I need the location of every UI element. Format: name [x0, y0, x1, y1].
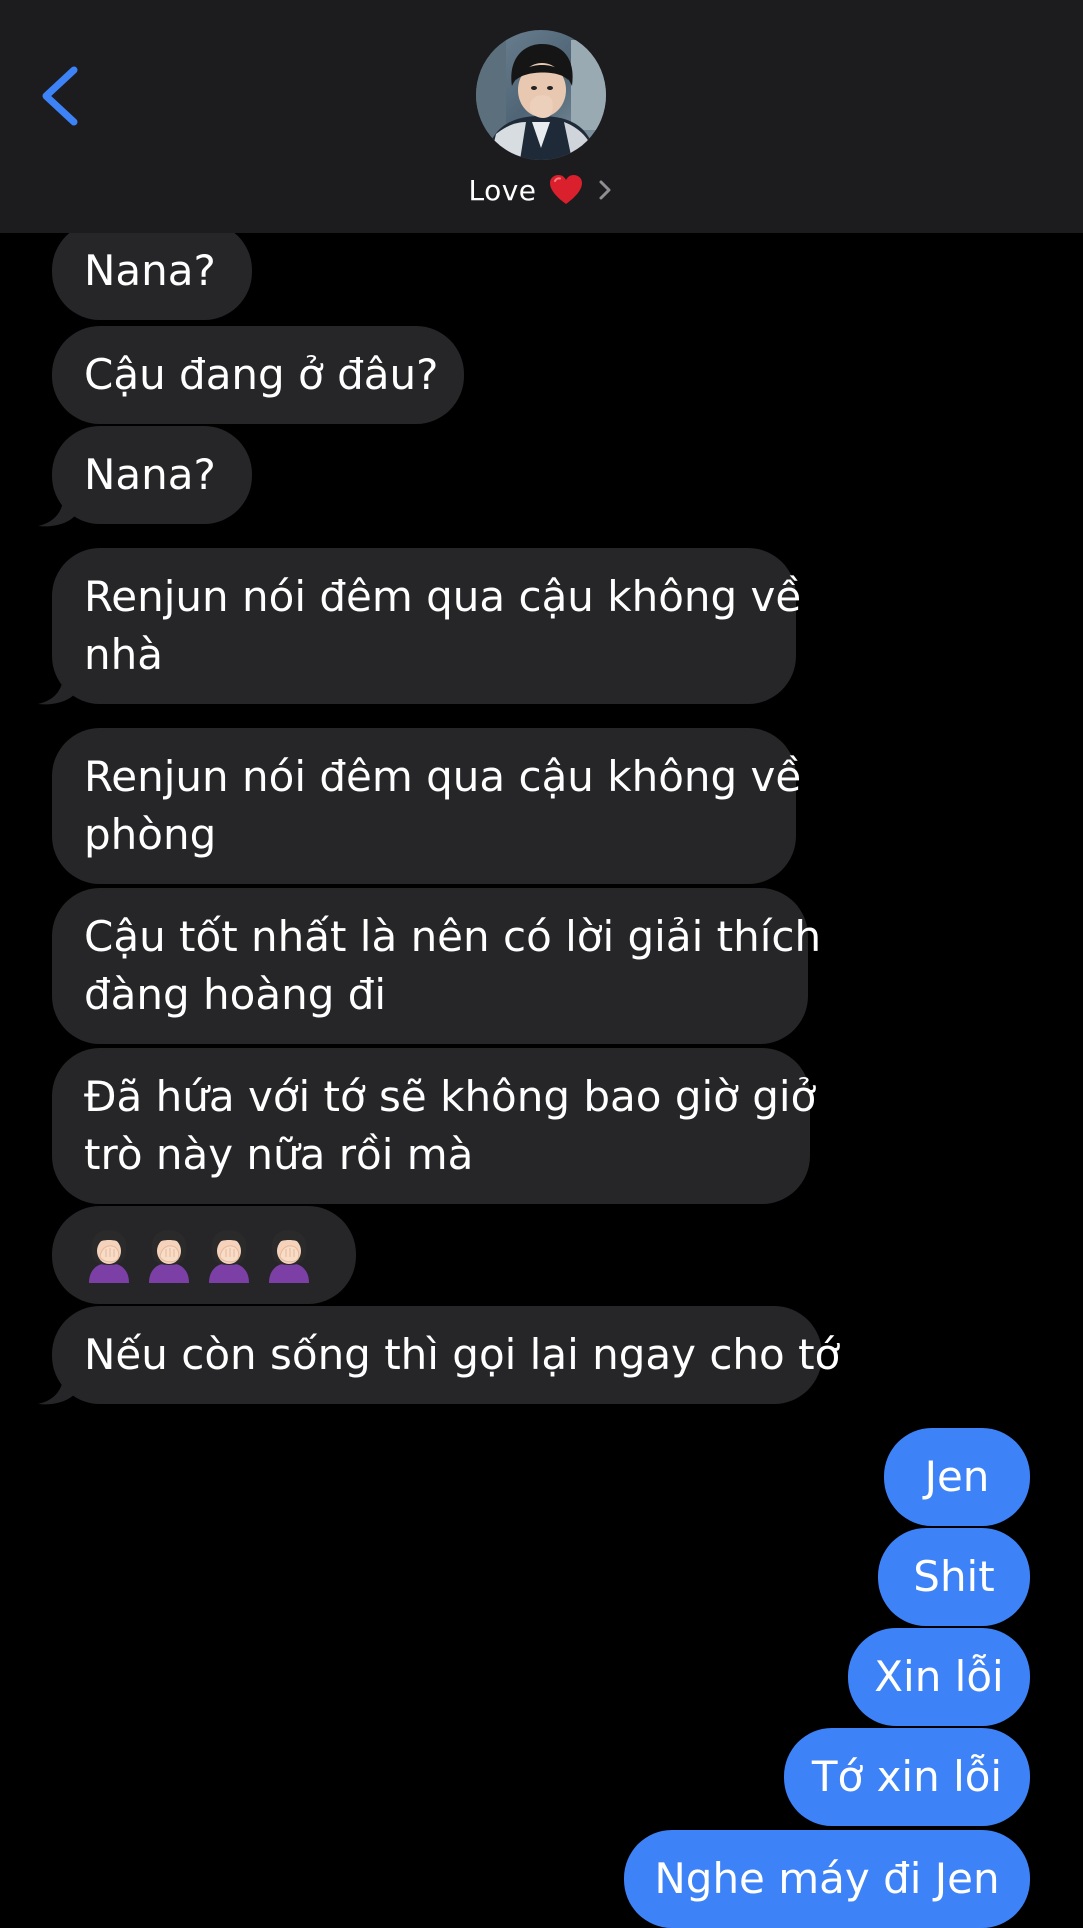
outgoing-message[interactable]: Shit — [878, 1528, 1030, 1626]
message-line: Renjun nói đêm qua cậu không về — [84, 572, 802, 621]
avatar-photo — [476, 30, 606, 160]
message-text: Nghe máy đi Jen — [654, 1854, 1000, 1903]
contact-name: Love — [468, 173, 537, 207]
message-line: phòng — [84, 810, 217, 859]
message-line: trò này nữa rồi mà — [84, 1130, 474, 1179]
bubble-tail — [38, 492, 78, 527]
contact-avatar[interactable] — [476, 30, 606, 160]
bubble-tail — [38, 670, 78, 705]
outgoing-message[interactable]: Jen — [884, 1428, 1030, 1526]
woman-facepalming-icon — [209, 1230, 249, 1283]
red-heart-icon — [549, 175, 582, 204]
woman-facepalming-icon — [149, 1230, 189, 1283]
incoming-message[interactable]: Renjun nói đêm qua cậu không về nhà — [52, 548, 802, 704]
message-text: Jen — [924, 1452, 990, 1501]
incoming-message[interactable]: Cậu tốt nhất là nên có lời giải thích đà… — [52, 888, 822, 1044]
outgoing-message[interactable]: Nghe máy đi Jen — [624, 1830, 1030, 1928]
chevron-left-icon — [42, 66, 78, 126]
message-text: Tớ xin lỗi — [811, 1752, 1003, 1801]
message-text: Nana? — [84, 450, 216, 499]
message-text: Nana? — [84, 246, 216, 295]
bubble-tail — [38, 1370, 78, 1405]
outgoing-message[interactable]: Tớ xin lỗi — [784, 1728, 1030, 1826]
message-line: đàng hoàng đi — [84, 970, 387, 1019]
message-text: Shit — [913, 1552, 995, 1601]
incoming-message[interactable]: Đã hứa với tớ sẽ không bao giờ giở trò n… — [52, 1048, 817, 1204]
incoming-message[interactable]: Nana? — [52, 426, 252, 524]
outgoing-message[interactable]: Xin lỗi — [848, 1628, 1030, 1726]
incoming-message[interactable]: Renjun nói đêm qua cậu không về phòng — [52, 728, 802, 884]
message-line: Renjun nói đêm qua cậu không về — [84, 752, 802, 801]
emoji-row — [84, 1226, 324, 1284]
message-text: Cậu đang ở đâu? — [84, 350, 439, 399]
message-line: Cậu tốt nhất là nên có lời giải thích — [84, 912, 822, 961]
incoming-message[interactable]: Nếu còn sống thì gọi lại ngay cho tớ — [52, 1306, 840, 1404]
back-button[interactable] — [32, 60, 92, 132]
woman-facepalming-icon — [269, 1230, 309, 1283]
incoming-message[interactable]: Cậu đang ở đâu? — [52, 326, 464, 424]
contact-details-link[interactable]: Love — [0, 170, 1083, 210]
message-text: Nếu còn sống thì gọi lại ngay cho tớ — [84, 1330, 841, 1379]
chevron-right-icon — [599, 180, 611, 200]
woman-facepalming-icon — [89, 1230, 129, 1283]
incoming-emoji-message[interactable]: 🤦🏻‍♀️🤦🏻‍♀️🤦🏻‍♀️🤦🏻‍♀️ — [52, 1206, 356, 1304]
conversation-header: Love — [0, 0, 1083, 233]
message-line: Đã hứa với tớ sẽ không bao giờ giở — [84, 1072, 817, 1121]
message-line: nhà — [84, 630, 163, 679]
message-thread: Nana? Cậu đang ở đâu? Nana? Renjun nói đ… — [0, 0, 1083, 1928]
message-text: Xin lỗi — [874, 1652, 1004, 1701]
incoming-message[interactable]: Nana? — [52, 222, 252, 320]
